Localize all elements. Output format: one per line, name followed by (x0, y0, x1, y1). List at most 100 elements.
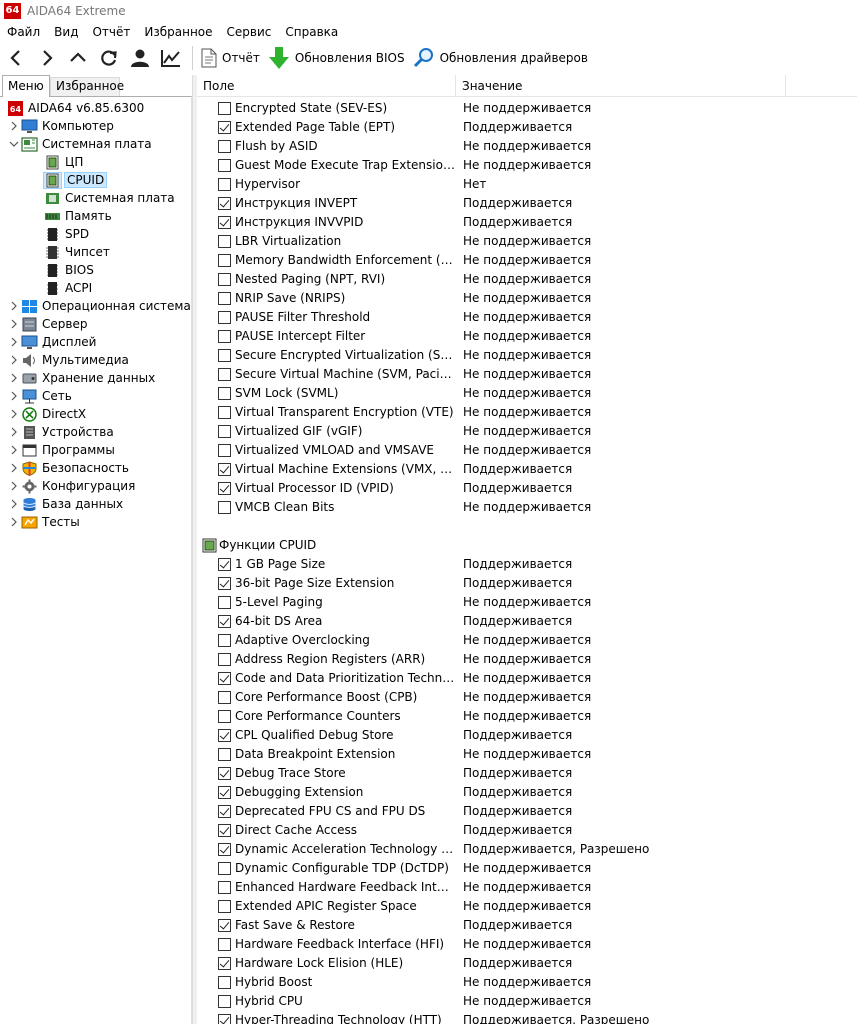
table-row[interactable]: Virtual Processor ID (VPID) Поддерживаетс… (197, 479, 857, 498)
checkbox-unchecked[interactable] (218, 330, 231, 343)
menu-item[interactable]: Справка (285, 25, 338, 39)
table-row[interactable]: Address Region Registers (ARR) Не поддерж… (197, 650, 857, 669)
tree-item[interactable]: DirectX (9, 405, 86, 423)
table-row[interactable]: Hybrid CPU Не поддерживается (197, 992, 857, 1011)
checkbox-unchecked[interactable] (218, 501, 231, 514)
tree-item[interactable]: Сервер (9, 315, 87, 333)
tree-item[interactable]: Операционная система (9, 297, 191, 315)
checkbox-unchecked[interactable] (218, 349, 231, 362)
checkbox-unchecked[interactable] (218, 406, 231, 419)
table-row[interactable]: Hyper-Threading Technology (HTT) Поддержи… (197, 1011, 857, 1024)
checkbox-unchecked[interactable] (218, 292, 231, 305)
table-row[interactable]: Hypervisor Нет (197, 175, 857, 194)
table-row[interactable]: Virtual Transparent Encryption (VTE) Не п… (197, 403, 857, 422)
table-row[interactable]: Direct Cache Access Поддерживается (197, 821, 857, 840)
refresh-button[interactable] (93, 43, 124, 73)
table-row[interactable]: Memory Bandwidth Enforcement (MBE) Не под… (197, 251, 857, 270)
checkbox-unchecked[interactable] (218, 387, 231, 400)
table-row[interactable]: Инструкция INVEPT Поддерживается (197, 194, 857, 213)
table-row[interactable]: 36-bit Page Size Extension Поддерживается (197, 574, 857, 593)
table-row[interactable]: Debugging Extension Поддерживается (197, 783, 857, 802)
table-row[interactable]: Guest Mode Execute Trap Extension (G... Н… (197, 156, 857, 175)
report-button[interactable]: Отчёт (199, 43, 266, 73)
table-row[interactable]: Virtual Machine Extensions (VMX, Vand...… (197, 460, 857, 479)
chevron-right-icon[interactable] (9, 337, 19, 347)
tree-item[interactable]: Безопасность (9, 459, 129, 477)
checkbox-checked[interactable] (218, 121, 231, 134)
tree-item[interactable]: Дисплей (9, 333, 96, 351)
tree-item[interactable]: Мультимедиа (9, 351, 129, 369)
tree-item[interactable]: Системная плата (44, 189, 175, 207)
tree-item[interactable]: CPUID (43, 171, 108, 189)
checkbox-checked[interactable] (218, 216, 231, 229)
table-row[interactable]: Core Performance Boost (CPB) Не поддержив… (197, 688, 857, 707)
tree-item[interactable]: ЦП (44, 153, 83, 171)
checkbox-unchecked[interactable] (218, 140, 231, 153)
checkbox-unchecked[interactable] (218, 862, 231, 875)
tree-item[interactable]: Устройства (9, 423, 114, 441)
table-row[interactable]: PAUSE Intercept Filter Не поддерживается (197, 327, 857, 346)
checkbox-unchecked[interactable] (218, 748, 231, 761)
chevron-right-icon[interactable] (9, 517, 19, 527)
tree-item[interactable]: BIOS (44, 261, 94, 279)
checkbox-unchecked[interactable] (218, 159, 231, 172)
forward-button[interactable] (31, 43, 62, 73)
checkbox-checked[interactable] (218, 197, 231, 210)
table-row[interactable]: Debug Trace Store Поддерживается (197, 764, 857, 783)
table-row[interactable]: PAUSE Filter Threshold Не поддерживается (197, 308, 857, 327)
user-button[interactable] (124, 43, 155, 73)
checkbox-unchecked[interactable] (218, 444, 231, 457)
table-row[interactable]: 64-bit DS Area Поддерживается (197, 612, 857, 631)
checkbox-checked[interactable] (218, 558, 231, 571)
checkbox-checked[interactable] (218, 957, 231, 970)
checkbox-checked[interactable] (218, 824, 231, 837)
chevron-right-icon[interactable] (9, 499, 19, 509)
menu-item[interactable]: Избранное (144, 25, 212, 39)
table-row[interactable]: Encrypted State (SEV-ES) Не поддерживаетс… (197, 99, 857, 118)
checkbox-checked[interactable] (218, 786, 231, 799)
table-row[interactable]: SVM Lock (SVML) Не поддерживается (197, 384, 857, 403)
chevron-right-icon[interactable] (9, 301, 19, 311)
tree-item[interactable]: SPD (44, 225, 89, 243)
table-row[interactable]: Extended Page Table (EPT) Поддерживается (197, 118, 857, 137)
checkbox-checked[interactable] (218, 615, 231, 628)
tree-item[interactable]: Программы (9, 441, 115, 459)
checkbox-unchecked[interactable] (218, 710, 231, 723)
tree-item[interactable]: Тесты (9, 513, 80, 531)
table-row[interactable]: Secure Virtual Machine (SVM, Pacifica) Не… (197, 365, 857, 384)
table-row[interactable]: CPL Qualified Debug Store Поддерживается (197, 726, 857, 745)
table-row[interactable]: Deprecated FPU CS and FPU DS Поддерживает… (197, 802, 857, 821)
tree-item[interactable]: Сеть (9, 387, 72, 405)
checkbox-unchecked[interactable] (218, 900, 231, 913)
table-row[interactable]: 5-Level Paging Не поддерживается (197, 593, 857, 612)
tree-item[interactable]: Конфигурация (9, 477, 135, 495)
chevron-right-icon[interactable] (9, 445, 19, 455)
tab-favorites[interactable]: Избранное (50, 77, 124, 96)
chevron-right-icon[interactable] (9, 355, 19, 365)
checkbox-unchecked[interactable] (218, 596, 231, 609)
table-row[interactable]: Virtualized GIF (vGIF) Не поддерживается (197, 422, 857, 441)
table-row[interactable]: Virtualized VMLOAD and VMSAVE Не поддержи… (197, 441, 857, 460)
checkbox-unchecked[interactable] (218, 425, 231, 438)
table-row[interactable]: Enhanced Hardware Feedback Interface ...… (197, 878, 857, 897)
checkbox-unchecked[interactable] (218, 653, 231, 666)
checkbox-checked[interactable] (218, 577, 231, 590)
column-header-value[interactable]: Значение (456, 75, 786, 97)
tree-item[interactable]: Системная плата (9, 135, 152, 153)
checkbox-unchecked[interactable] (218, 178, 231, 191)
up-button[interactable] (62, 43, 93, 73)
table-row[interactable]: VMCB Clean Bits Не поддерживается (197, 498, 857, 517)
chevron-right-icon[interactable] (9, 409, 19, 419)
checkbox-unchecked[interactable] (218, 938, 231, 951)
chevron-right-icon[interactable] (9, 463, 19, 473)
tree-item[interactable]: ACPI (44, 279, 92, 297)
tree-item[interactable]: База данных (9, 495, 123, 513)
checkbox-checked[interactable] (218, 672, 231, 685)
tree-item[interactable]: Память (44, 207, 112, 225)
table-row[interactable]: 1 GB Page Size Поддерживается (197, 555, 857, 574)
menu-item[interactable]: Отчёт (92, 25, 130, 39)
table-row[interactable]: Dynamic Configurable TDP (DcTDP) Не подде… (197, 859, 857, 878)
chevron-right-icon[interactable] (9, 319, 19, 329)
checkbox-unchecked[interactable] (218, 273, 231, 286)
column-header-field[interactable]: Поле (197, 75, 456, 97)
